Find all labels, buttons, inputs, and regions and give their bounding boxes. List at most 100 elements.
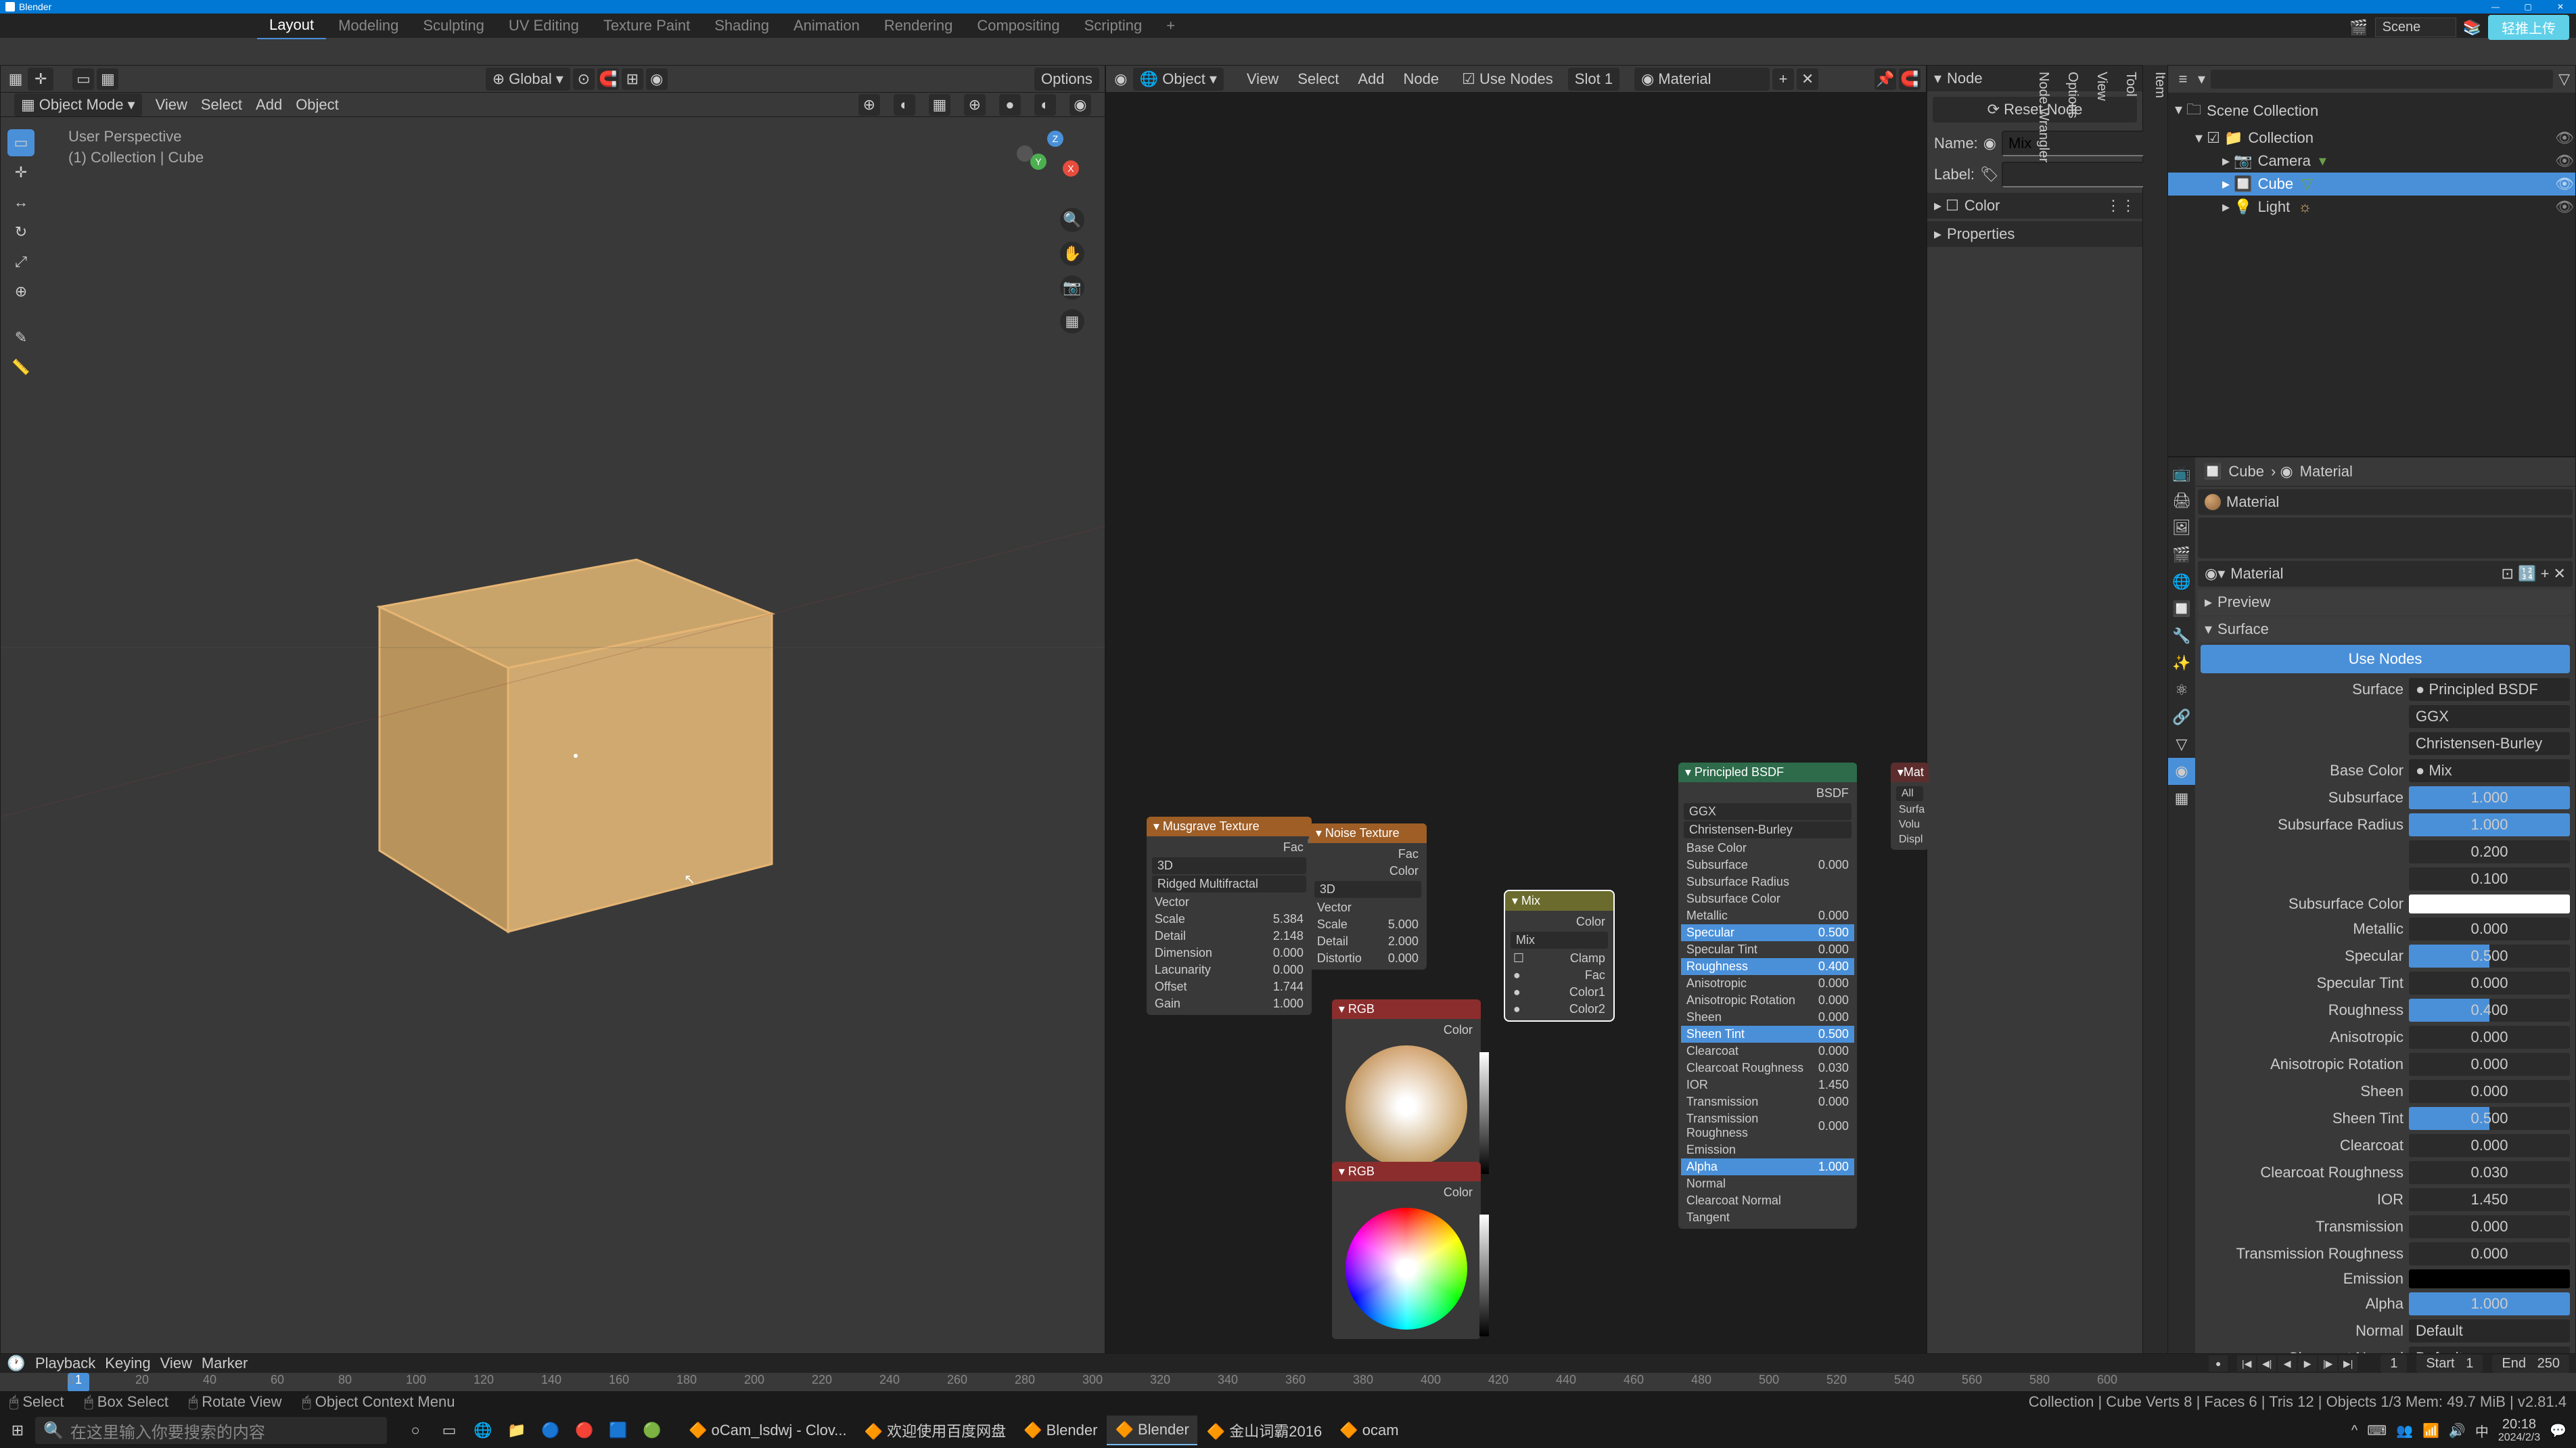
axis-y[interactable]: Y — [1030, 154, 1046, 170]
taskbar-search[interactable]: 🔍 在这里输入你要搜索的内容 — [35, 1417, 387, 1444]
tree-light[interactable]: ▸ 💡 Light ☼👁 — [2168, 196, 2575, 219]
node-menu-view[interactable]: View — [1239, 70, 1287, 88]
prop-tab-modifier[interactable]: 🔧 — [2168, 623, 2195, 650]
basecolor-value[interactable]: ● Mix — [2409, 759, 2570, 782]
node-param[interactable]: Roughness0.400 — [1681, 958, 1854, 975]
material-selector[interactable]: ◉ Material — [1634, 68, 1770, 91]
keyframe-next[interactable]: |▶ — [2318, 1355, 2337, 1372]
node-mix-rgb[interactable]: ▾ Mix Color Mix ☐ Clamp ● Fac ● Color1 ●… — [1505, 891, 1613, 1020]
prop-tab-object[interactable]: 🔲 — [2168, 595, 2195, 623]
tab-nodewrangler[interactable]: Node Wrangler — [2036, 72, 2051, 1393]
outliner[interactable]: ≡ ▾ ▽ ▾ 🗀 Scene Collection ▾ ☑ 📁 Collect… — [2167, 65, 2576, 457]
node-param[interactable]: IOR1.450 — [1681, 1077, 1854, 1093]
node-param[interactable]: Dimension0.000 — [1149, 945, 1309, 961]
node-param[interactable]: Anisotropic0.000 — [1681, 975, 1854, 992]
edge-icon[interactable]: 🌐 — [468, 1416, 498, 1445]
taskbar-app[interactable]: 🔶 Blender — [1107, 1416, 1197, 1445]
xray-toggle[interactable]: ▦ — [929, 94, 950, 116]
prop-value[interactable]: 1.000 — [2409, 813, 2570, 836]
prop-dropdown[interactable]: Default — [2409, 1319, 2570, 1342]
prop-tab-material[interactable]: ◉ — [2168, 758, 2195, 785]
gizmo-toggle[interactable]: ⊕ — [858, 94, 880, 116]
editor-type-selector[interactable]: ▦ — [6, 70, 25, 89]
shader-node-editor[interactable]: ◉ 🌐 Object ▾ View Select Add Node ☑ Use … — [1105, 65, 1927, 1399]
taskbar-app[interactable]: 🔶 欢迎使用百度网盘 — [856, 1416, 1015, 1445]
node-param[interactable]: Alpha1.000 — [1681, 1158, 1854, 1175]
color-swatch[interactable] — [2409, 895, 2570, 913]
current-frame[interactable]: 1 — [2380, 1355, 2407, 1373]
taskbar-app[interactable]: 🔶 ocam — [1331, 1416, 1406, 1445]
cursor-tool[interactable]: ✛ — [28, 68, 53, 91]
snap-type[interactable]: ⊞ — [622, 68, 643, 90]
node-param[interactable]: Specular0.500 — [1681, 924, 1854, 941]
tree-cube[interactable]: ▸ 🔲 Cube ▽👁 — [2168, 173, 2575, 196]
prop-value[interactable]: 0.030 — [2409, 1161, 2570, 1184]
axis-z[interactable]: Z — [1047, 131, 1063, 147]
menu-render[interactable]: Render — [117, 17, 185, 35]
node-material-output[interactable]: ▾Mat All Surfa Volu Displ — [1891, 763, 1929, 850]
pin-icon[interactable]: 📌 — [1874, 68, 1896, 90]
use-nodes-button[interactable]: Use Nodes — [2201, 645, 2570, 673]
shade-rendered[interactable]: ◉ — [1070, 94, 1091, 116]
material-slot[interactable]: Material — [2198, 489, 2573, 515]
node-param[interactable]: Base Color — [1681, 840, 1854, 857]
play[interactable]: ▶ — [2298, 1355, 2317, 1372]
node-param[interactable]: Lacunarity0.000 — [1149, 961, 1309, 978]
node-param[interactable]: Transmission0.000 — [1681, 1093, 1854, 1110]
chrome-icon[interactable]: 🔵 — [536, 1416, 566, 1445]
prop-value[interactable]: 0.000 — [2409, 972, 2570, 995]
prop-tab-physics[interactable]: ⚛ — [2168, 677, 2195, 704]
vp-menu-object[interactable]: Object — [296, 96, 339, 114]
viewport-3d[interactable]: ▦ ✛ ▭ ▦ ⊕ Global ▾ ⊙ 🧲 ⊞ ◉ Options ▦ Obj… — [0, 65, 1105, 1399]
node-param[interactable]: Scale5.384 — [1149, 911, 1309, 928]
shader-type[interactable]: 🌐 Object ▾ — [1133, 68, 1224, 91]
app3-icon[interactable]: 🟢 — [637, 1416, 667, 1445]
node-principled-bsdf[interactable]: ▾ Principled BSDF BSDF GGX Christensen-B… — [1678, 763, 1857, 1229]
prop-tab-render[interactable]: 📺 — [2168, 460, 2195, 487]
taskbar-app[interactable]: 🔶 Blender — [1015, 1416, 1105, 1445]
axis-neg[interactable] — [1017, 145, 1033, 162]
prop-value[interactable]: 1.450 — [2409, 1188, 2570, 1211]
jump-end[interactable]: ▶| — [2339, 1355, 2358, 1372]
tool-measure[interactable]: 📏 — [7, 354, 34, 381]
slot-dropdown[interactable]: Slot 1 — [1568, 68, 1619, 91]
node-noise-texture[interactable]: ▾ Noise Texture Fac Color 3D VectorScale… — [1309, 823, 1427, 970]
node-param[interactable]: Tangent — [1681, 1209, 1854, 1226]
app2-icon[interactable]: 🟦 — [603, 1416, 633, 1445]
node-param[interactable]: Subsurface0.000 — [1681, 857, 1854, 874]
taskbar-app[interactable]: 🔶 金山词霸2016 — [1199, 1416, 1330, 1445]
node-param[interactable]: Clearcoat Normal — [1681, 1192, 1854, 1209]
tool-transform[interactable]: ⊕ — [7, 278, 34, 305]
snap-toggle[interactable]: 🧲 — [597, 68, 619, 90]
tab-view[interactable]: View — [2094, 72, 2109, 1393]
dist-dropdown[interactable]: GGX — [2409, 705, 2570, 728]
tree-collection[interactable]: ▾ ☑ 📁 Collection 👁 — [2168, 127, 2575, 150]
zoom-icon[interactable]: 🔍 — [1060, 208, 1084, 232]
node-param[interactable]: Normal — [1681, 1175, 1854, 1192]
tab-options[interactable]: Options — [2065, 72, 2080, 1393]
node-param[interactable]: Detail2.000 — [1312, 933, 1424, 950]
node-param[interactable]: Transmission Roughness0.000 — [1681, 1110, 1854, 1141]
proportional-edit[interactable]: ◉ — [646, 68, 668, 90]
node-rgb-1[interactable]: ▾ RGB Color — [1332, 999, 1481, 1177]
prop-value[interactable]: 0.400 — [2409, 999, 2570, 1022]
node-rgb-2[interactable]: ▾ RGB Color — [1332, 1162, 1481, 1339]
node-musgrave-texture[interactable]: ▾ Musgrave Texture Fac 3D Ridged Multifr… — [1147, 817, 1312, 1015]
node-menu-add[interactable]: Add — [1350, 70, 1392, 88]
tab-tool[interactable]: Tool — [2123, 72, 2138, 1393]
overlay-toggle[interactable]: ◐ — [894, 94, 915, 116]
node-menu-node[interactable]: Node — [1396, 70, 1448, 88]
prop-tab-scene[interactable]: 🎬 — [2168, 541, 2195, 568]
node-param[interactable]: Anisotropic Rotation0.000 — [1681, 992, 1854, 1009]
menu-file[interactable]: File — [30, 17, 72, 35]
prop-tab-constraint[interactable]: 🔗 — [2168, 704, 2195, 731]
minimize-button[interactable]: — — [2480, 0, 2511, 14]
props-panel[interactable]: ▸ Properties — [1927, 221, 2142, 247]
shade-wire[interactable]: ⊕ — [964, 94, 986, 116]
tl-view[interactable]: View — [160, 1355, 192, 1372]
tree-camera[interactable]: ▸ 📷 Camera ▾👁 — [2168, 150, 2575, 173]
tool-scale[interactable]: ⤢ — [7, 248, 34, 275]
tool-select-box[interactable]: ▭ — [7, 129, 34, 156]
node-menu-select[interactable]: Select — [1289, 70, 1347, 88]
prop-tab-viewlayer[interactable]: 🖼 — [2168, 514, 2195, 541]
